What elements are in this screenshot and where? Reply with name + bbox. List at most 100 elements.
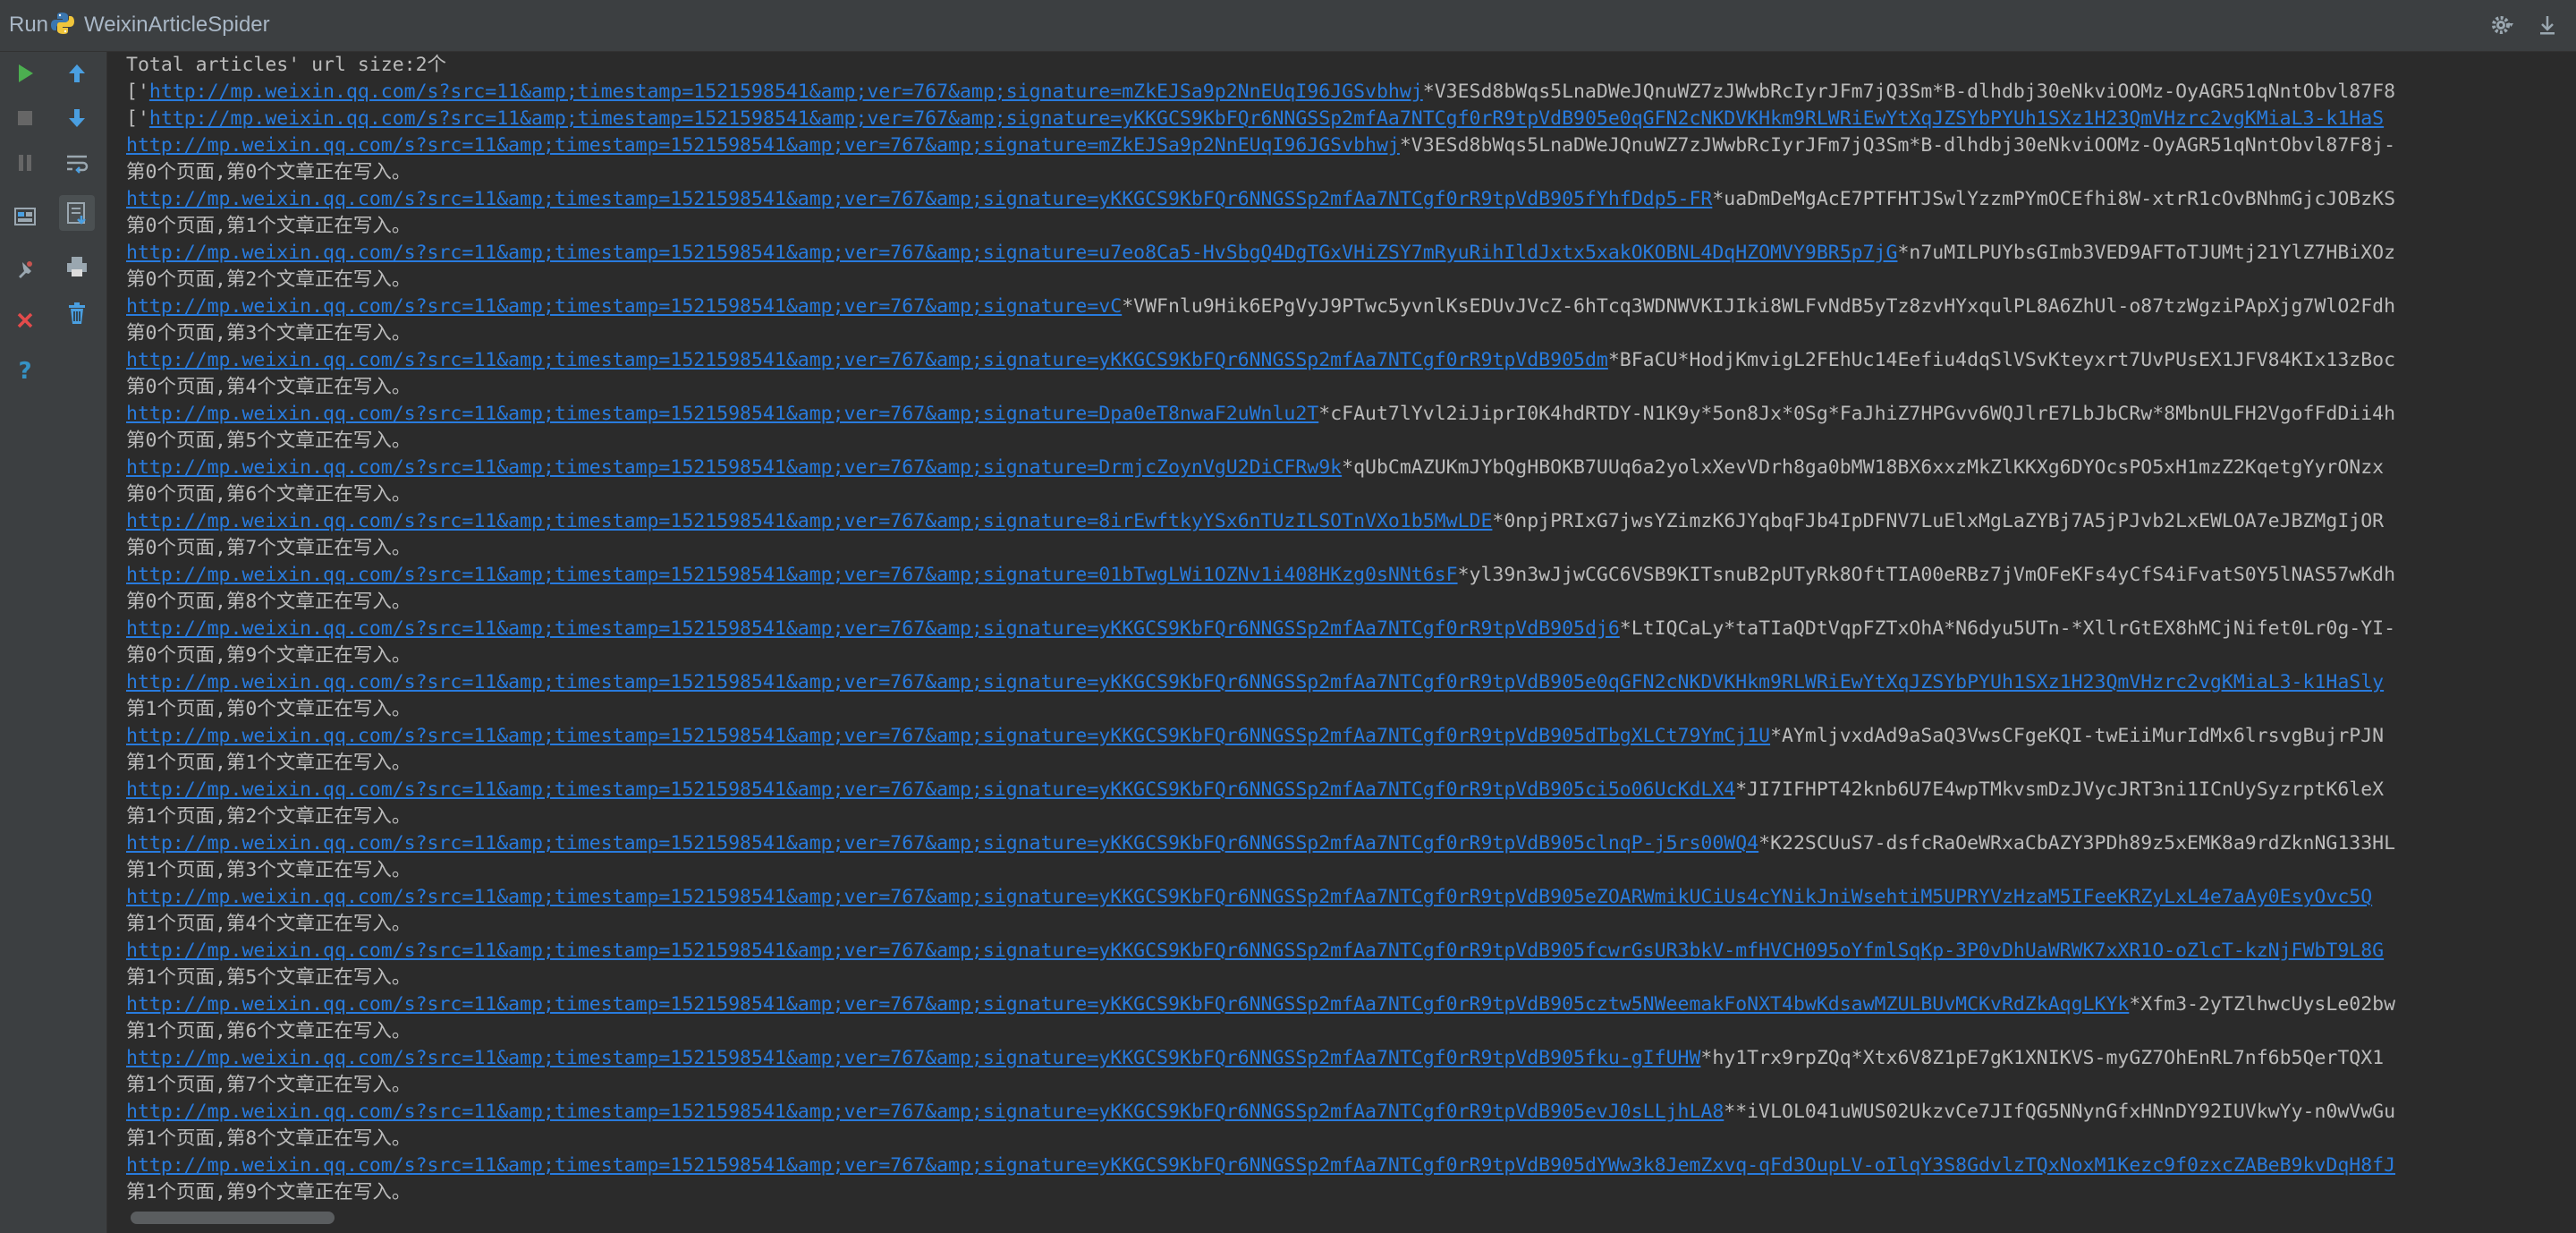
console-text: 第0个页面,第5个文章正在写入。 [126, 429, 411, 452]
console-url-line: http://mp.weixin.qq.com/s?src=11&amp;tim… [126, 616, 2395, 642]
console-url-line: http://mp.weixin.qq.com/s?src=11&amp;tim… [126, 938, 2395, 965]
url-suffix-text: *cFAut7lYvl2iJiprI0K4hdRTDY-N1K9y*5on8Jx… [1318, 403, 2396, 425]
article-url-link[interactable]: http://mp.weixin.qq.com/s?src=11&amp;tim… [126, 242, 1897, 264]
console-text-line: 第1个页面,第3个文章正在写入。 [126, 857, 2395, 884]
console-text: 第0个页面,第0个文章正在写入。 [126, 161, 411, 183]
url-suffix-text: *uaDmDeMgAcE7PTFHTJSwlYzzmPYmOCEfhi8W-xt… [1712, 188, 2396, 210]
console-text: 第0个页面,第7个文章正在写入。 [126, 537, 411, 559]
run-config-name[interactable]: WeixinArticleSpider [84, 13, 270, 38]
article-url-link[interactable]: http://mp.weixin.qq.com/s?src=11&amp;tim… [126, 456, 1342, 479]
console-url-line: http://mp.weixin.qq.com/s?src=11&amp;tim… [126, 830, 2395, 857]
console-text: 第1个页面,第3个文章正在写入。 [126, 859, 411, 881]
console-output[interactable]: Total articles' url size:2个 ['http://mp.w… [108, 52, 2576, 1233]
console-text: 第1个页面,第0个文章正在写入。 [126, 698, 411, 720]
console-text: 第0个页面,第2个文章正在写入。 [126, 268, 411, 291]
console-text: 第0个页面,第9个文章正在写入。 [126, 644, 411, 667]
url-suffix-text: **iVLOL041uWUS02UkzvCe7JIfQG5NNynGfxHNnD… [1724, 1101, 2396, 1123]
dump-threads-icon[interactable] [7, 199, 43, 234]
article-url-link[interactable]: http://mp.weixin.qq.com/s?src=11&amp;tim… [149, 81, 1423, 103]
console-text: 第1个页面,第1个文章正在写入。 [126, 752, 411, 774]
console-url-line: http://mp.weixin.qq.com/s?src=11&amp;tim… [126, 455, 2395, 481]
close-icon[interactable] [7, 302, 43, 338]
console-text-line: 第0个页面,第0个文章正在写入。 [126, 159, 2395, 186]
url-suffix-text: *BFaCU*HodjKmvigL2FEhUc14Eefiu4dqSlVSvKt… [1607, 349, 2396, 371]
console-url-line: http://mp.weixin.qq.com/s?src=11&amp;tim… [126, 723, 2395, 750]
console-text: 第0个页面,第8个文章正在写入。 [126, 591, 411, 613]
pin-icon[interactable] [2535, 13, 2560, 38]
url-suffix-text: *qUbCmAZUKmJYbQgHBOKB7UUq6a2yolxXevVDrh8… [1342, 456, 2385, 479]
help-icon[interactable]: ? [7, 353, 43, 388]
url-suffix-text: *V3ESd8bWqs5LnaDWeJQnuWZ7zJWwbRcIyrJFm7j… [1399, 134, 2396, 157]
url-suffix-text: *LtIQCaLy*taTIaQDtVqpFZTxOhA*N6dyu5UTn-*… [1619, 617, 2396, 640]
url-suffix-text: *VWFnlu9Hik6EPgVyJ9PTwc5yvnlKsEDUvJVcZ-6… [1122, 295, 2396, 318]
console-text-line: 第1个页面,第2个文章正在写入。 [126, 804, 2395, 830]
console-text-line: 第0个页面,第2个文章正在写入。 [126, 267, 2395, 293]
print-icon[interactable] [59, 249, 95, 285]
svg-text:?: ? [18, 358, 31, 384]
article-url-link[interactable]: http://mp.weixin.qq.com/s?src=11&amp;tim… [126, 1047, 1700, 1069]
article-url-link[interactable]: http://mp.weixin.qq.com/s?src=11&amp;tim… [126, 832, 1758, 855]
article-url-link[interactable]: http://mp.weixin.qq.com/s?src=11&amp;tim… [126, 671, 2384, 693]
article-url-link[interactable]: http://mp.weixin.qq.com/s?src=11&amp;tim… [126, 778, 1735, 801]
stop-icon[interactable] [7, 100, 43, 136]
down-arrow-icon[interactable] [59, 100, 95, 136]
console-url-line: ['http://mp.weixin.qq.com/s?src=11&amp;t… [126, 106, 2395, 132]
article-url-link[interactable]: http://mp.weixin.qq.com/s?src=11&amp;tim… [126, 134, 1400, 157]
pause-icon[interactable] [7, 145, 43, 181]
scroll-to-end-icon[interactable] [59, 195, 95, 231]
console-lines: Total articles' url size:2个 ['http://mp.w… [126, 52, 2395, 1206]
article-url-link[interactable]: http://mp.weixin.qq.com/s?src=11&amp;tim… [149, 107, 2384, 130]
console-url-line: http://mp.weixin.qq.com/s?src=11&amp;tim… [126, 991, 2395, 1018]
article-url-link[interactable]: http://mp.weixin.qq.com/s?src=11&amp;tim… [126, 295, 1122, 318]
article-url-link[interactable]: http://mp.weixin.qq.com/s?src=11&amp;tim… [126, 1154, 2395, 1177]
pin-tab-icon[interactable] [7, 252, 43, 288]
article-url-link[interactable]: http://mp.weixin.qq.com/s?src=11&amp;tim… [126, 188, 1712, 210]
list-prefix: [' [126, 81, 149, 103]
console-text: 第1个页面,第6个文章正在写入。 [126, 1020, 411, 1042]
console-url-line: http://mp.weixin.qq.com/s?src=11&amp;tim… [126, 347, 2395, 374]
console-text-line: Total articles' url size:2个 [126, 52, 2395, 79]
up-arrow-icon[interactable] [59, 55, 95, 91]
console-url-line: http://mp.weixin.qq.com/s?src=11&amp;tim… [126, 777, 2395, 804]
url-suffix-text: *Xfm3-2yTZlhwcUysLe02bw [2129, 993, 2396, 1016]
article-url-link[interactable]: http://mp.weixin.qq.com/s?src=11&amp;tim… [126, 510, 1492, 532]
article-url-link[interactable]: http://mp.weixin.qq.com/s?src=11&amp;tim… [126, 349, 1608, 371]
console-text-line: 第0个页面,第9个文章正在写入。 [126, 642, 2395, 669]
console-url-line: http://mp.weixin.qq.com/s?src=11&amp;tim… [126, 669, 2395, 696]
console-text: 第0个页面,第3个文章正在写入。 [126, 322, 411, 344]
article-url-link[interactable]: http://mp.weixin.qq.com/s?src=11&amp;tim… [126, 993, 2129, 1016]
console-text: Total articles' url size:2个 [126, 54, 447, 76]
horizontal-scrollbar[interactable] [131, 1212, 335, 1224]
article-url-link[interactable]: http://mp.weixin.qq.com/s?src=11&amp;tim… [126, 564, 1458, 586]
article-url-link[interactable]: http://mp.weixin.qq.com/s?src=11&amp;tim… [126, 940, 2384, 962]
console-text: 第1个页面,第2个文章正在写入。 [126, 805, 411, 828]
list-prefix: [' [126, 107, 149, 130]
soft-wrap-icon[interactable] [59, 145, 95, 181]
url-suffix-text: *n7uMILPUYbsGImb3VED9AFToTJUMtj21YlZ7HBi… [1897, 242, 2396, 264]
url-suffix-text: *K22SCUuS7-dsfcRaOeWRxaCbAZY3PDh89z5xEMK… [1758, 832, 2396, 855]
article-url-link[interactable]: http://mp.weixin.qq.com/s?src=11&amp;tim… [126, 403, 1318, 425]
console-text: 第1个页面,第7个文章正在写入。 [126, 1074, 411, 1096]
article-url-link[interactable]: http://mp.weixin.qq.com/s?src=11&amp;tim… [126, 886, 2372, 908]
article-url-link[interactable]: http://mp.weixin.qq.com/s?src=11&amp;tim… [126, 617, 1620, 640]
article-url-link[interactable]: http://mp.weixin.qq.com/s?src=11&amp;tim… [126, 1101, 1724, 1123]
console-url-line: http://mp.weixin.qq.com/s?src=11&amp;tim… [126, 1152, 2395, 1179]
console-text: 第0个页面,第1个文章正在写入。 [126, 215, 411, 237]
console-text-line: 第1个页面,第5个文章正在写入。 [126, 965, 2395, 991]
url-suffix-text: *0npjPRIxG7jwsYZimzK6JYqbqFJb4IpDFNV7LuE… [1492, 510, 2385, 532]
trash-icon[interactable] [59, 295, 95, 331]
console-text: 第1个页面,第8个文章正在写入。 [126, 1127, 411, 1150]
console-text-line: 第0个页面,第1个文章正在写入。 [126, 213, 2395, 240]
console-text-line: 第0个页面,第5个文章正在写入。 [126, 428, 2395, 455]
python-icon [50, 11, 75, 36]
console-text-line: 第1个页面,第4个文章正在写入。 [126, 911, 2395, 938]
rerun-icon[interactable] [7, 55, 43, 91]
console-text-line: 第1个页面,第9个文章正在写入。 [126, 1179, 2395, 1206]
console-url-line: http://mp.weixin.qq.com/s?src=11&amp;tim… [126, 240, 2395, 267]
gear-icon[interactable] [2490, 13, 2515, 38]
url-suffix-text: *hy1Trx9rpZQq*Xtx6V8Z1pE7gK1XNIKVS-myGZ7… [1700, 1047, 2385, 1069]
url-suffix-text: *AYmljvxdAd9aSaQ3VwsCFgeKQI-twEiiMurIdMx… [1770, 725, 2385, 747]
article-url-link[interactable]: http://mp.weixin.qq.com/s?src=11&amp;tim… [126, 725, 1770, 747]
run-label: Run [9, 13, 49, 37]
console-text: 第1个页面,第9个文章正在写入。 [126, 1181, 411, 1203]
